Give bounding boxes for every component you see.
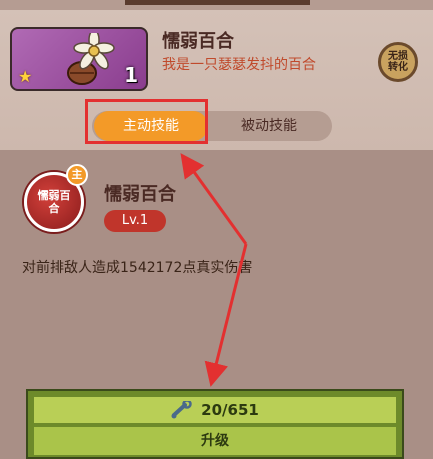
convert-label-line1: 无损 (388, 51, 408, 62)
skill-effect-text: 对前排敌人造成1542172点真实伤害 (22, 260, 253, 276)
progress-text: 20/651 (201, 401, 259, 419)
top-bar-edge (125, 0, 310, 5)
upgrade-panel: 20/651 升级 (26, 389, 404, 459)
skill-main-badge: 主 (66, 164, 88, 186)
lossless-convert-button[interactable]: 无损 转化 (378, 42, 418, 82)
star-icon: ★ (18, 67, 33, 86)
hero-description: 我是一只瑟瑟发抖的百合 (162, 57, 316, 73)
convert-label-line2: 转化 (388, 62, 408, 73)
hero-card[interactable]: ★ 1 (10, 27, 148, 91)
hero-name: 懦弱百合 (162, 31, 234, 52)
upgrade-progress: 20/651 (34, 397, 396, 423)
skill-name: 懦弱百合 (104, 184, 176, 205)
arrow-to-tab (180, 153, 248, 245)
skill-icon-label: 懦弱百合 (37, 189, 71, 215)
tab-passive-skill[interactable]: 被动技能 (212, 111, 326, 141)
skill-level-badge: Lv.1 (104, 210, 166, 232)
hero-count: 1 (124, 63, 138, 87)
upgrade-button[interactable]: 升级 (34, 427, 396, 455)
skill-tabs: 主动技能 被动技能 (92, 111, 332, 141)
tab-active-skill[interactable]: 主动技能 (94, 111, 208, 141)
wrench-icon (171, 401, 192, 419)
lily-plant-icon (67, 33, 115, 85)
